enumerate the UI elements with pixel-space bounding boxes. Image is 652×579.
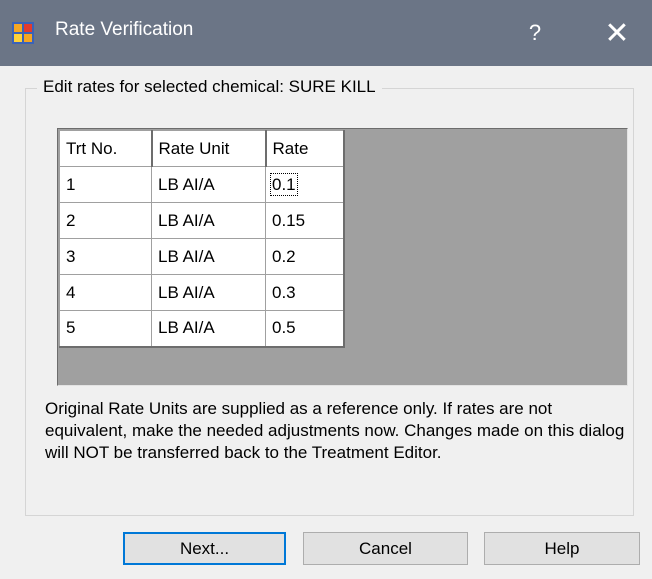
close-button[interactable]: ✕	[582, 0, 652, 66]
window-title: Rate Verification	[55, 19, 194, 40]
rate-value: 0.2	[272, 246, 296, 266]
table-row[interactable]: 5 LB AI/A 0.5	[59, 310, 345, 348]
rate-value: 0.1	[270, 172, 298, 196]
rate-value: 0.15	[272, 210, 306, 230]
rate-unit-cell[interactable]: LB AI/A	[151, 202, 266, 239]
rate-unit-cell[interactable]: LB AI/A	[151, 274, 266, 311]
trt-no-cell[interactable]: 2	[59, 202, 152, 239]
rate-cell[interactable]: 0.15	[265, 202, 345, 239]
rates-grid[interactable]: Trt No. Rate Unit Rate 1 LB AI/A 0.1 2 L…	[57, 128, 628, 386]
help-title-button[interactable]: ?	[500, 0, 570, 66]
table-row[interactable]: 4 LB AI/A 0.3	[59, 274, 345, 311]
trt-no-cell[interactable]: 4	[59, 274, 152, 311]
cancel-button[interactable]: Cancel	[303, 532, 468, 565]
table-row[interactable]: 2 LB AI/A 0.15	[59, 202, 345, 239]
column-header-rate[interactable]: Rate	[265, 130, 345, 167]
column-header-rate-unit[interactable]: Rate Unit	[151, 130, 267, 167]
trt-no-cell[interactable]: 5	[59, 310, 152, 348]
rate-value: 0.3	[272, 282, 296, 302]
close-icon: ✕	[604, 16, 630, 50]
next-button[interactable]: Next...	[123, 532, 286, 565]
column-header-trt-no[interactable]: Trt No.	[59, 130, 153, 167]
table-row[interactable]: 3 LB AI/A 0.2	[59, 238, 345, 275]
groupbox-legend: Edit rates for selected chemical: SURE K…	[37, 77, 382, 97]
form-app-icon	[12, 22, 34, 44]
rate-cell[interactable]: 0.2	[265, 238, 345, 275]
rate-unit-cell[interactable]: LB AI/A	[151, 310, 266, 348]
trt-no-cell[interactable]: 1	[59, 166, 152, 203]
rate-value: 0.5	[272, 318, 296, 338]
rate-verification-dialog: Rate Verification ? ✕ Edit rates for sel…	[0, 0, 652, 579]
rates-table: Trt No. Rate Unit Rate 1 LB AI/A 0.1 2 L…	[59, 130, 345, 348]
rate-cell[interactable]: 0.5	[265, 310, 345, 348]
question-mark-icon: ?	[528, 20, 542, 45]
rate-cell[interactable]: 0.1	[265, 166, 345, 203]
table-row[interactable]: 1 LB AI/A 0.1	[59, 166, 345, 203]
rate-unit-cell[interactable]: LB AI/A	[151, 166, 266, 203]
header-row: Trt No. Rate Unit Rate	[59, 130, 345, 167]
trt-no-cell[interactable]: 3	[59, 238, 152, 275]
help-button[interactable]: Help	[484, 532, 640, 565]
rate-cell[interactable]: 0.3	[265, 274, 345, 311]
rate-unit-cell[interactable]: LB AI/A	[151, 238, 266, 275]
reference-note: Original Rate Units are supplied as a re…	[45, 399, 625, 462]
title-bar[interactable]: Rate Verification ? ✕	[0, 0, 652, 66]
